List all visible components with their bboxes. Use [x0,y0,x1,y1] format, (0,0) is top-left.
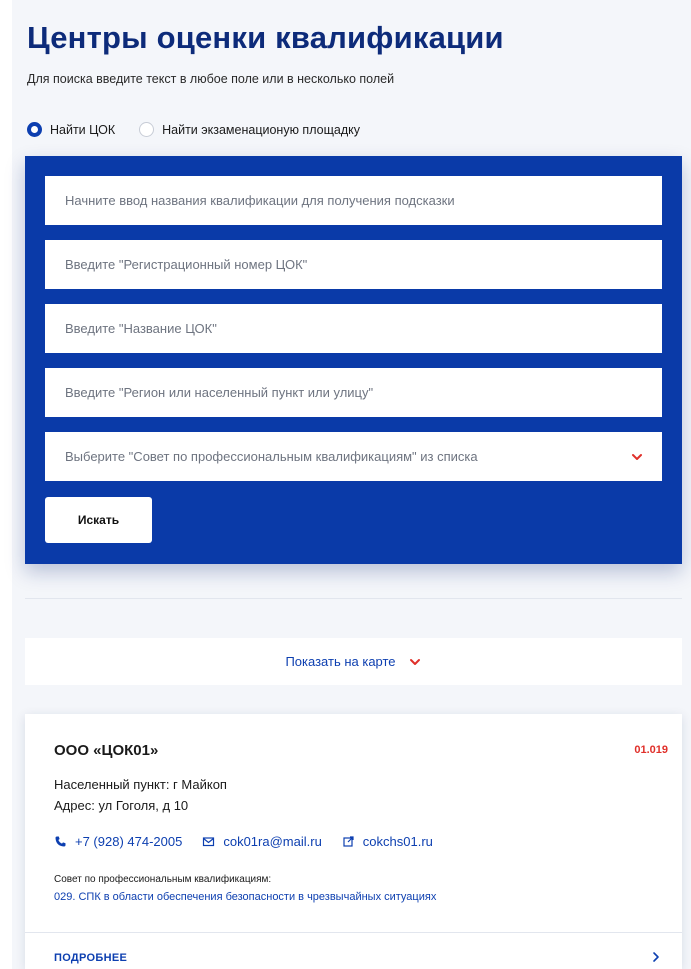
search-button[interactable]: Искать [45,497,152,543]
cok-name-input[interactable]: Введите "Название ЦОК" [45,304,662,353]
qualification-placeholder: Начните ввод названия квалификации для п… [65,193,455,208]
council-label: Совет по профессиональным квалификациям: [54,874,272,885]
website-link[interactable]: cokchs01.ru [342,834,433,849]
contacts-row: +7 (928) 474-2005 cok01ra@mail.ru cokchs… [54,834,453,849]
external-link-icon [343,836,354,847]
radio-find-exam-site[interactable]: Найти экзаменационую площадку [139,122,360,137]
show-on-map-label: Показать на карте [285,654,396,669]
council-select-value: Выберите "Совет по профессиональным квал… [65,449,478,464]
council-select[interactable]: Выберите "Совет по профессиональным квал… [45,432,662,481]
page-subtitle: Для поиска введите текст в любое поле ил… [27,72,395,86]
org-address: Адрес: ул Гоголя, д 10 [54,798,189,813]
reg-number-placeholder: Введите "Регистрационный номер ЦОК" [65,257,308,272]
page-title: Центры оценки квалификации [27,20,504,55]
radio-label: Найти экзаменационую площадку [162,122,360,137]
details-link[interactable]: ПОДРОБНЕЕ [54,952,127,964]
mail-icon [203,837,215,847]
region-input[interactable]: Введите "Регион или населенный пункт или… [45,368,662,417]
chevron-right-icon[interactable] [650,950,662,969]
region-placeholder: Введите "Регион или населенный пункт или… [65,385,374,400]
council-link[interactable]: 029. СПК в области обеспечения безопасно… [54,891,436,903]
radio-unchecked-icon [139,122,155,137]
phone-link[interactable]: +7 (928) 474-2005 [54,834,182,849]
website-text: cokchs01.ru [362,834,433,849]
email-link[interactable]: cok01ra@mail.ru [202,834,322,849]
section-divider [25,598,682,599]
email-text: cok01ra@mail.ru [223,834,322,849]
qualification-input[interactable]: Начните ввод названия квалификации для п… [45,176,662,225]
phone-text: +7 (928) 474-2005 [75,834,183,849]
radio-label: Найти ЦОК [50,122,116,137]
phone-icon [55,836,66,847]
org-code: 01.019 [634,744,668,756]
org-name: ООО «ЦОК01» [54,742,159,759]
result-card: ООО «ЦОК01» 01.019 Населенный пункт: г М… [25,714,682,969]
chevron-down-icon [630,450,644,464]
chevron-down-icon [408,655,422,669]
cok-name-placeholder: Введите "Название ЦОК" [65,321,217,336]
search-mode-radio-group: Найти ЦОК Найти экзаменационую площадку [27,122,384,137]
card-divider [25,932,682,933]
search-panel: Начните ввод названия квалификации для п… [25,156,682,564]
org-locality: Населенный пункт: г Майкоп [54,777,227,792]
radio-checked-icon [27,122,42,137]
page: Центры оценки квалификации Для поиска вв… [12,0,691,969]
radio-find-cok[interactable]: Найти ЦОК [27,122,115,137]
reg-number-input[interactable]: Введите "Регистрационный номер ЦОК" [45,240,662,289]
show-on-map-toggle[interactable]: Показать на карте [25,638,682,685]
